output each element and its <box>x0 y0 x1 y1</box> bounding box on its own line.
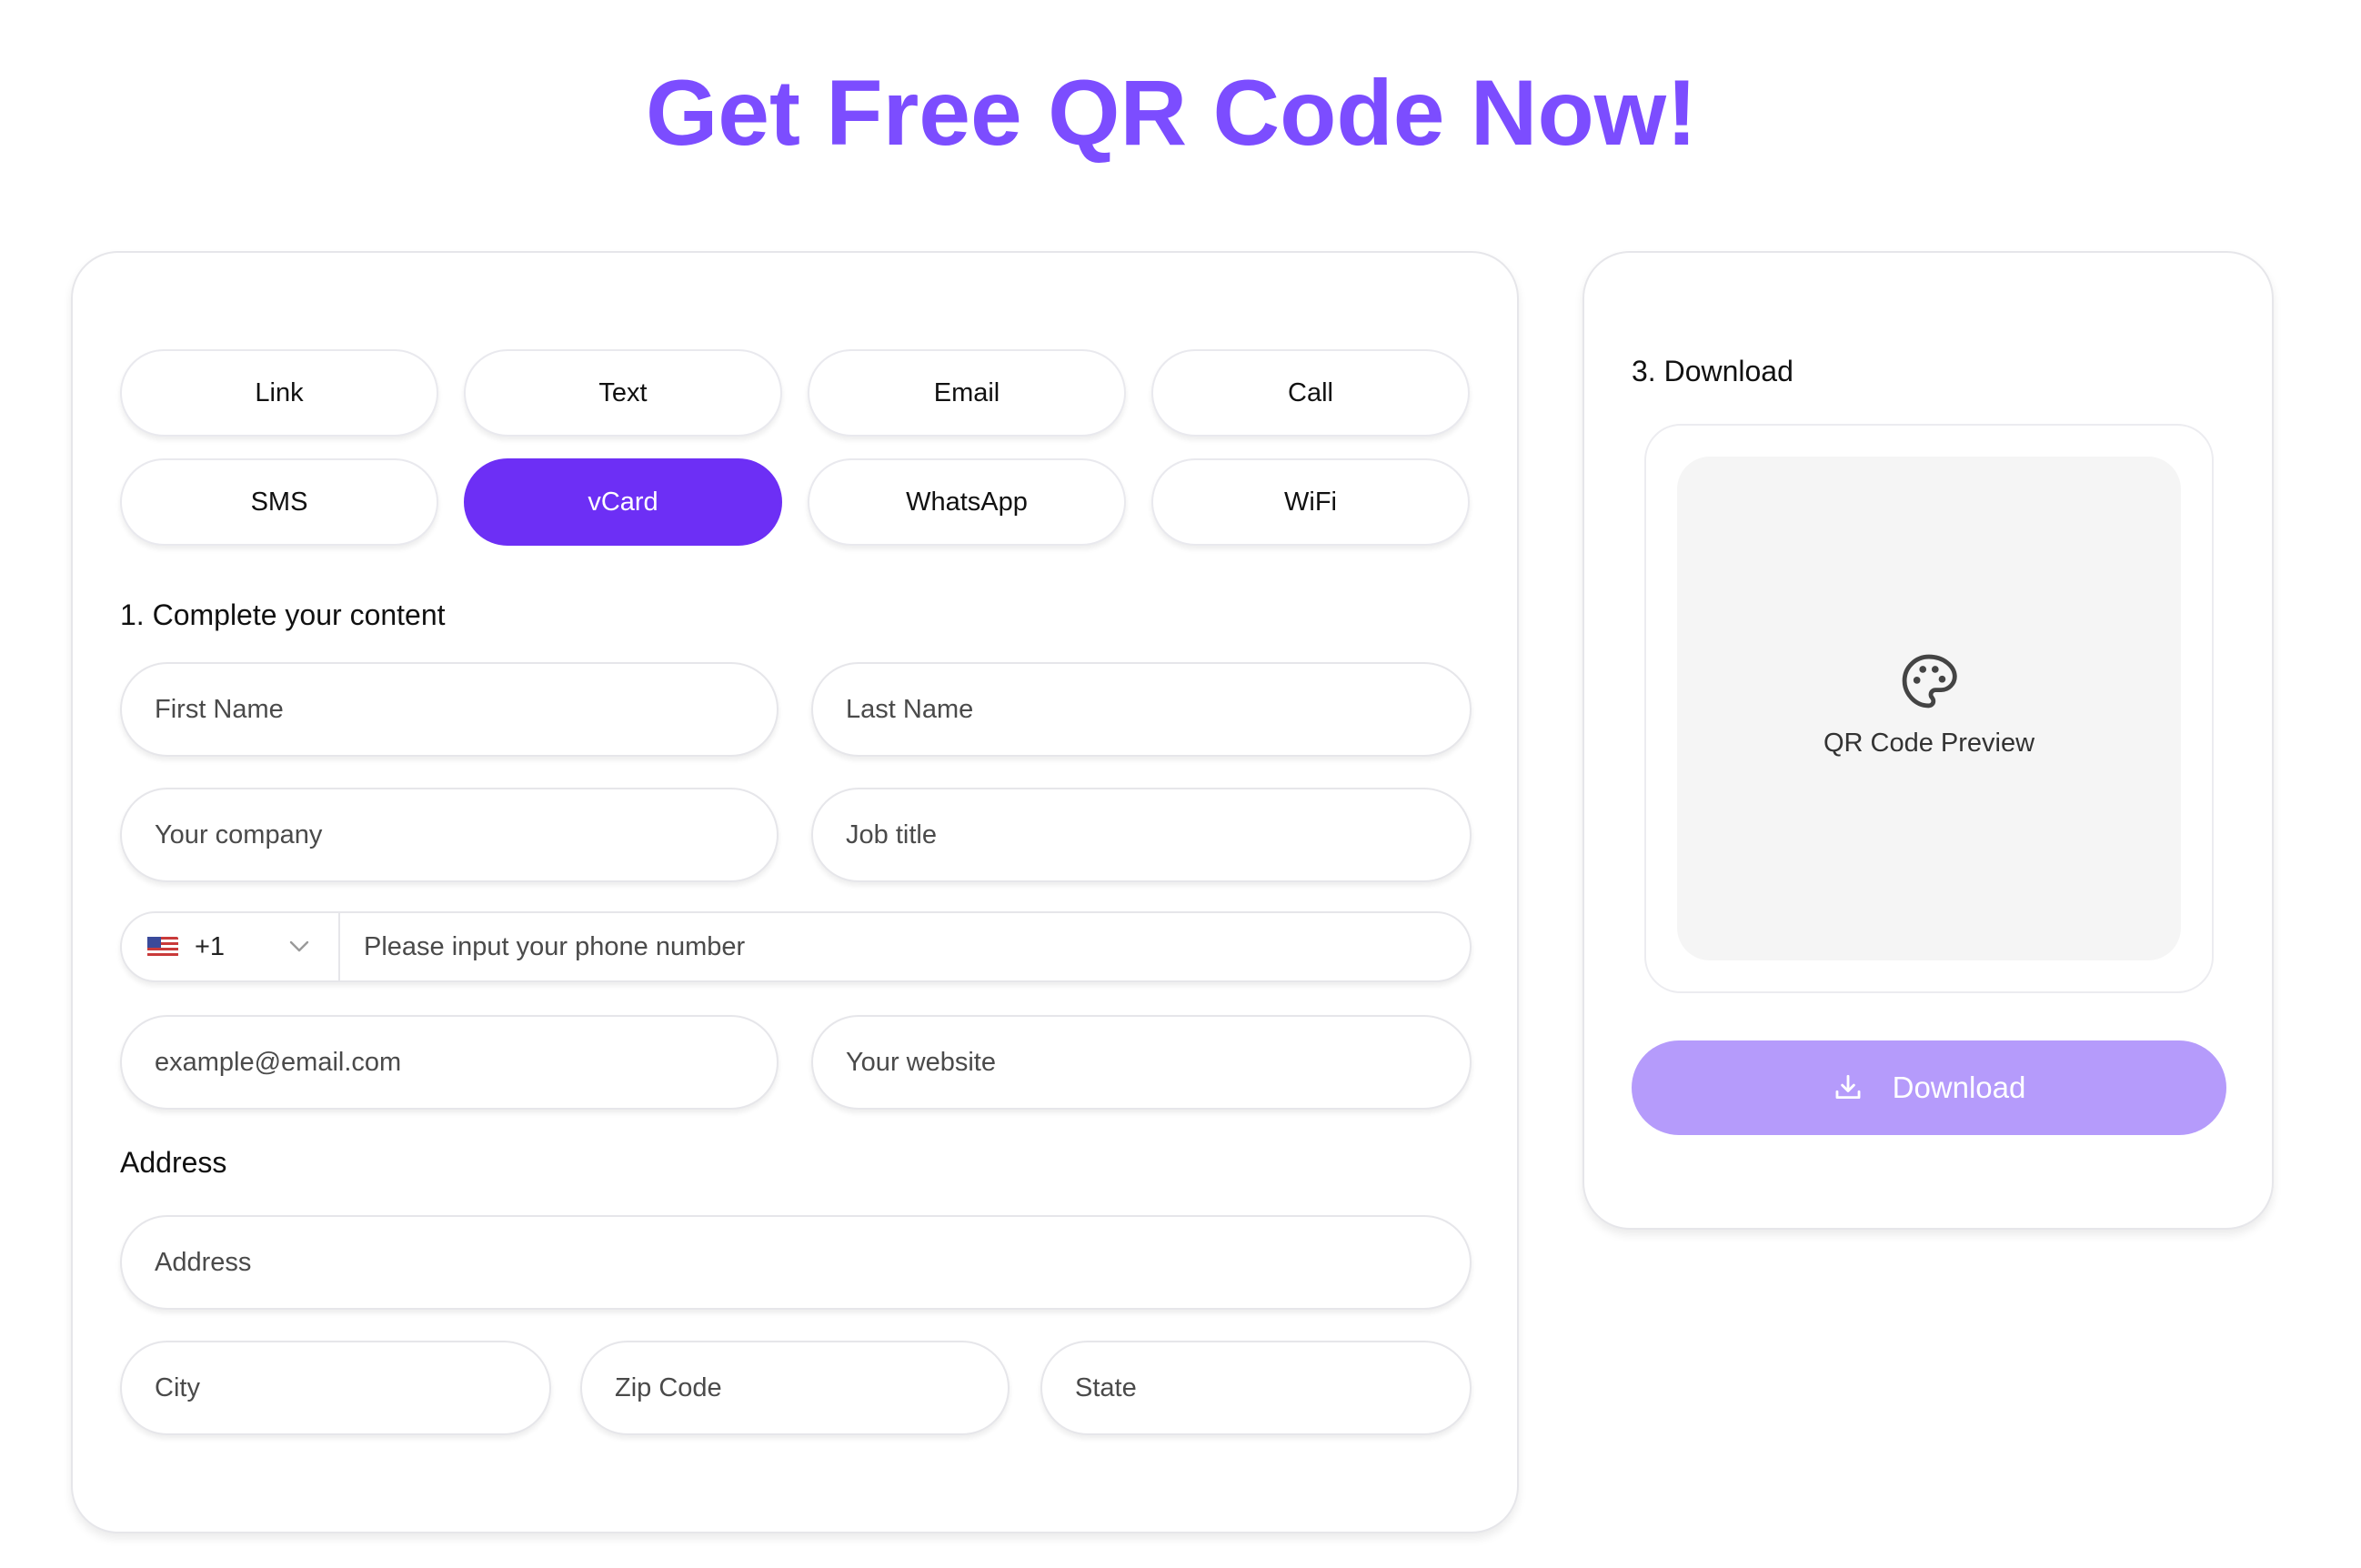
state-input[interactable] <box>1040 1341 1472 1435</box>
content-heading: 1. Complete your content <box>120 598 446 631</box>
type-text-button[interactable]: Text <box>464 349 782 437</box>
job-title-input[interactable] <box>811 788 1472 882</box>
first-name-input[interactable] <box>120 662 779 757</box>
download-icon <box>1833 1072 1864 1103</box>
download-button-label: Download <box>1892 1070 2026 1104</box>
address-heading: Address <box>120 1146 227 1179</box>
type-vcard-button[interactable]: vCard <box>464 458 782 546</box>
type-email-button[interactable]: Email <box>808 349 1126 437</box>
content-card: Link Text Email Call SMS vCard WhatsApp … <box>71 251 1519 1533</box>
company-input[interactable] <box>120 788 779 882</box>
download-card: 3. Download QR Code Preview Download <box>1582 251 2274 1230</box>
qr-preview-frame: QR Code Preview <box>1644 424 2214 993</box>
dial-code: +1 <box>195 931 226 961</box>
qr-type-selector: Link Text Email Call SMS vCard WhatsApp … <box>120 349 1472 546</box>
us-flag-icon <box>147 937 178 957</box>
download-heading: 3. Download <box>1632 355 1793 387</box>
last-name-input[interactable] <box>811 662 1472 757</box>
chevron-down-icon <box>287 935 311 959</box>
page: Get Free QR Code Now! Link Text Email Ca… <box>0 0 2361 1568</box>
page-title: Get Free QR Code Now! <box>645 61 1698 165</box>
type-wifi-button[interactable]: WiFi <box>1151 458 1470 546</box>
download-button[interactable]: Download <box>1632 1040 2226 1135</box>
type-link-button[interactable]: Link <box>120 349 438 437</box>
website-input[interactable] <box>811 1015 1472 1110</box>
address-input[interactable] <box>120 1215 1472 1310</box>
type-call-button[interactable]: Call <box>1151 349 1470 437</box>
type-whatsapp-button[interactable]: WhatsApp <box>808 458 1126 546</box>
type-sms-button[interactable]: SMS <box>120 458 438 546</box>
palette-icon <box>1898 650 1960 712</box>
city-input[interactable] <box>120 1341 551 1435</box>
qr-preview-label: QR Code Preview <box>1823 728 2035 758</box>
email-input[interactable] <box>120 1015 779 1110</box>
qr-preview: QR Code Preview <box>1677 457 2181 960</box>
phone-number-input[interactable] <box>340 913 1470 980</box>
zip-code-input[interactable] <box>580 1341 1010 1435</box>
country-code-select[interactable]: +1 <box>122 913 340 980</box>
phone-field: +1 <box>120 911 1472 982</box>
